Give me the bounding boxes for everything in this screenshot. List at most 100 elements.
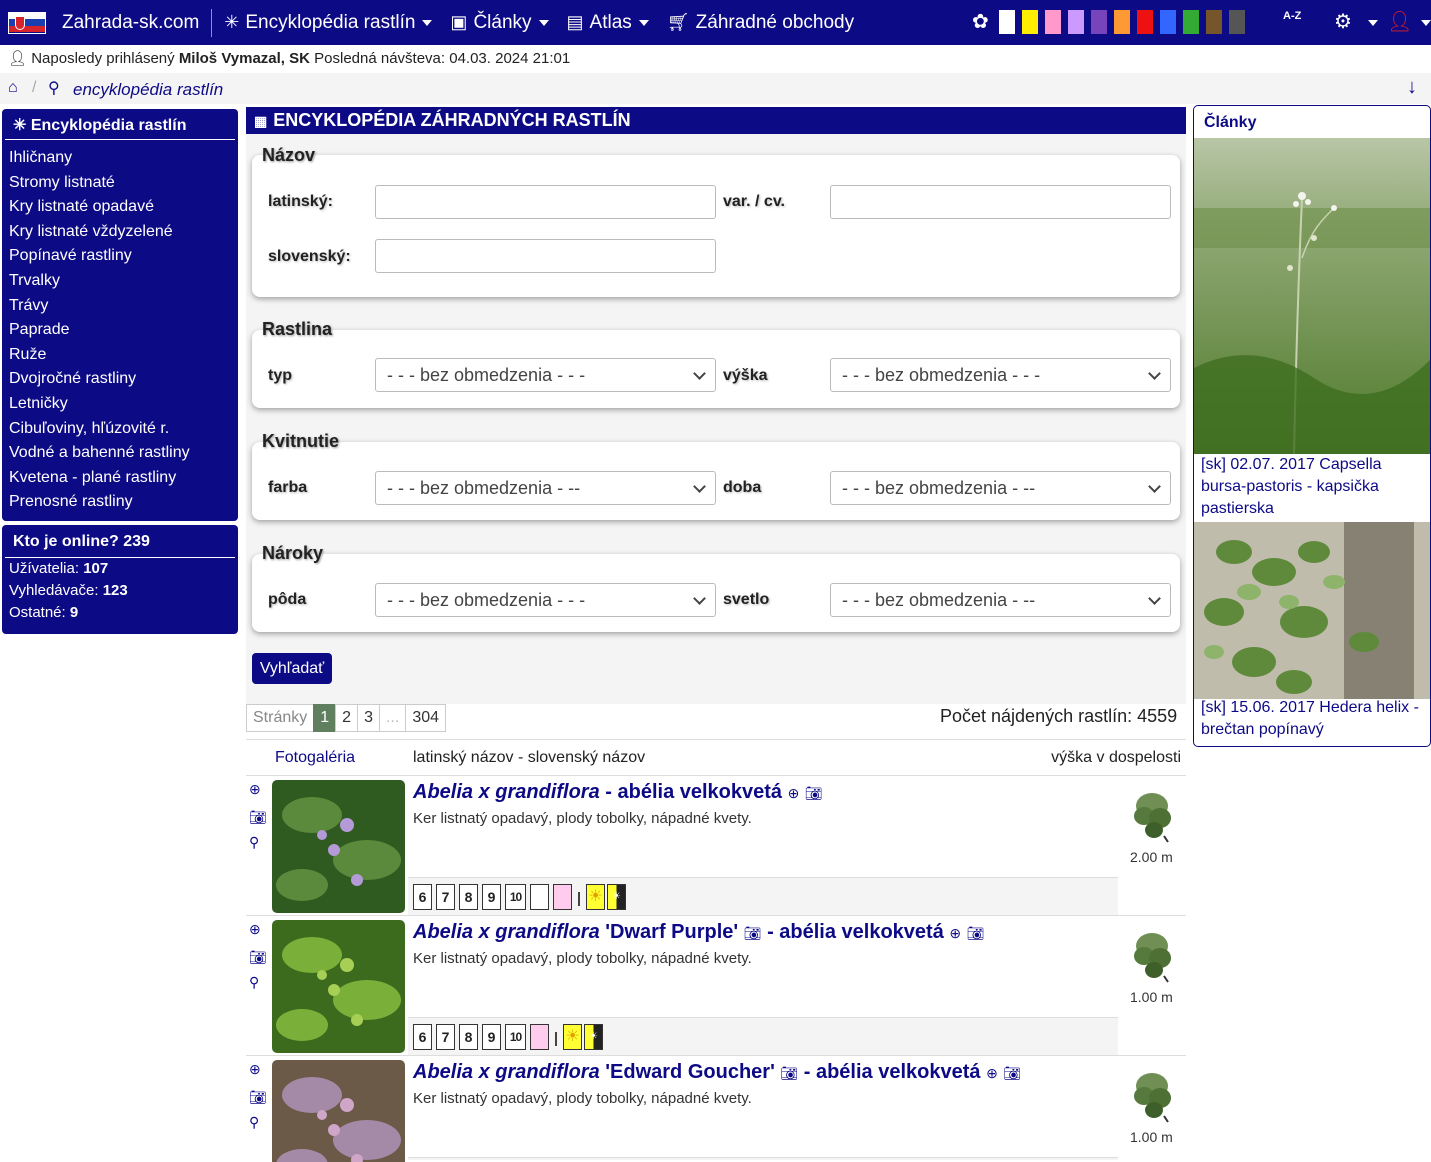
color-swatch[interactable] [1113, 9, 1130, 34]
plant-photo[interactable] [272, 920, 405, 1053]
plant-photo[interactable] [272, 1060, 405, 1162]
sidebar-item[interactable]: Paprade [9, 318, 232, 343]
zoom-in-icon[interactable]: ⊕ [249, 921, 261, 938]
article-image[interactable] [1194, 522, 1431, 699]
photo-icon[interactable]: 📷︎ [1003, 1065, 1021, 1081]
sidebar-item[interactable]: Letničky [9, 392, 232, 417]
color-swatch[interactable] [998, 9, 1015, 34]
height-select[interactable]: - - - bez obmedzenia - - - [830, 358, 1171, 392]
search-button[interactable]: Vyhľadať [252, 653, 332, 684]
gallery-link[interactable]: Fotogaléria [275, 749, 355, 767]
photo-icon[interactable]: 📷︎ [249, 949, 267, 966]
sidebar-item[interactable]: Stromy listnaté [9, 171, 232, 196]
photo-icon[interactable]: 📷︎ [744, 925, 762, 941]
plant-attributes [408, 1157, 1118, 1160]
atlas-icon: ▤ [566, 12, 584, 32]
breadcrumb-current[interactable]: encyklopédia rastlín [73, 80, 223, 100]
color-swatch[interactable] [1136, 9, 1153, 34]
slovak-name-input[interactable] [375, 239, 716, 273]
color-swatch[interactable] [1067, 9, 1084, 34]
caret-down-icon[interactable] [1421, 20, 1431, 26]
sidebar-item[interactable]: Kvetena - plané rastliny [9, 466, 232, 491]
color-swatch[interactable] [1205, 9, 1222, 34]
az-sort-icon[interactable]: A-Z [1283, 11, 1301, 22]
sidebar-item[interactable]: Popínavé rastliny [9, 244, 232, 269]
nav-encyclopedia[interactable]: ✳ Encyklopédia rastlín [224, 12, 433, 34]
photo-icon[interactable]: 📷︎ [967, 925, 985, 941]
book-icon: ▣ [450, 12, 468, 32]
variety-label: var. / cv. [723, 193, 785, 210]
brand-link[interactable]: Zahrada-sk.com [62, 12, 199, 34]
nav-shops[interactable]: 🛒︎ Záhradné obchody [667, 12, 854, 34]
sidebar-item[interactable]: Prenosné rastliny [9, 490, 232, 515]
light-select[interactable]: - - - bez obmedzenia - -- [830, 583, 1171, 617]
search-icon[interactable]: ⚲ [249, 834, 259, 851]
page-link[interactable]: 3 [357, 704, 380, 732]
photo-icon[interactable]: 📷︎ [249, 809, 267, 826]
page-link[interactable]: 304 [405, 704, 447, 732]
sidebar-item[interactable]: Kry listnaté opadavé [9, 195, 232, 220]
type-select[interactable]: - - - bez obmedzenia - - - [375, 358, 716, 392]
period-select[interactable]: - - - bez obmedzenia - -- [830, 471, 1171, 505]
latin-name-input[interactable] [375, 185, 716, 219]
search-icon[interactable]: ⚲ [249, 1114, 259, 1131]
nav-atlas[interactable]: ▤ Atlas [567, 12, 649, 34]
sidebar-item[interactable]: Dvojročné rastliny [9, 367, 232, 392]
sidebar-title-text: Encyklopédia rastlín [30, 117, 187, 134]
search-icon[interactable]: ⚲ [249, 974, 259, 991]
plant-title[interactable]: Abelia x grandiflora - abélia velkokvetá… [413, 781, 823, 804]
zoom-in-icon[interactable]: ⊕ [249, 1061, 261, 1078]
color-swatch[interactable] [1021, 9, 1038, 34]
gear-icon[interactable]: ⚙ [1334, 9, 1352, 34]
color-select[interactable]: - - - bez obmedzenia - -- [375, 471, 716, 505]
chevron-down-icon [693, 592, 706, 605]
color-swatch[interactable] [1182, 9, 1199, 34]
plant-photo[interactable] [272, 780, 405, 913]
home-icon[interactable]: ⌂ [8, 79, 18, 97]
user-small-icon: 👤︎ [8, 50, 28, 67]
caret-down-icon [422, 19, 433, 26]
sidebar-item[interactable]: Trvalky [9, 269, 232, 294]
color-swatch[interactable] [1159, 9, 1176, 34]
flower-icon[interactable]: ✿ [972, 9, 989, 34]
caret-down-icon[interactable] [1368, 20, 1378, 26]
last-login-user: Miloš Vymazal, SK [178, 50, 310, 67]
soil-select[interactable]: - - - bez obmedzenia - - - [375, 583, 716, 617]
variety-input[interactable] [830, 185, 1171, 219]
asterisk-icon: ✳ [13, 117, 31, 134]
nav-shops-label: Záhradné obchody [695, 11, 855, 33]
photo-icon[interactable]: 📷︎ [780, 1065, 798, 1081]
page-link-current[interactable]: 1 [313, 704, 337, 732]
plant-title[interactable]: Abelia x grandiflora 'Edward Goucher' 📷︎… [413, 1061, 1021, 1084]
page-link[interactable]: 2 [335, 704, 359, 732]
divider [555, 1032, 557, 1046]
nav-articles[interactable]: ▣ Články [450, 12, 549, 34]
article-link[interactable]: [sk] 02.07. 2017 Capsella bursa-pastoris… [1201, 454, 1426, 520]
articles-box: Články [sk] 02.07. 2017 Capsella bursa-p… [1193, 105, 1431, 747]
sidebar-item[interactable]: Ihličnany [9, 146, 232, 171]
color-swatch[interactable] [1228, 9, 1245, 34]
plant-slovak-name: - abélia velkokvetá [767, 921, 944, 943]
sidebar-item[interactable]: Cibuľoviny, hľúzovité r. [9, 417, 232, 442]
article-link[interactable]: [sk] 15.06. 2017 Hedera helix - brečtan … [1201, 697, 1426, 741]
photo-icon[interactable]: 📷︎ [805, 785, 823, 801]
month-badge: 9 [482, 1024, 501, 1050]
photo-icon[interactable]: 📷︎ [249, 1089, 267, 1106]
color-swatch[interactable] [1090, 9, 1107, 34]
zoom-in-icon[interactable]: ⊕ [788, 785, 800, 801]
sidebar-item[interactable]: Trávy [9, 294, 232, 319]
zoom-in-icon[interactable]: ⊕ [986, 1065, 998, 1081]
soil-label: pôda [268, 591, 307, 608]
sidebar-item[interactable]: Kry listnaté vždyzelené [9, 220, 232, 245]
plant-row: ⊕ 📷︎ ⚲ Abelia x grandiflora 'Edward Gouc… [246, 1056, 1186, 1162]
plant-title[interactable]: Abelia x grandiflora 'Dwarf Purple' 📷︎ -… [413, 921, 984, 944]
arrow-down-icon[interactable]: ↓ [1407, 76, 1417, 99]
zoom-in-icon[interactable]: ⊕ [249, 781, 261, 798]
sidebar-item[interactable]: Ruže [9, 343, 232, 368]
zoom-in-icon[interactable]: ⊕ [949, 925, 961, 941]
slovak-flag-icon[interactable] [8, 11, 46, 34]
user-icon[interactable]: 👤︎ [1387, 9, 1412, 34]
article-image[interactable] [1194, 138, 1431, 454]
color-swatch[interactable] [1044, 9, 1061, 34]
sidebar-item[interactable]: Vodné a bahenné rastliny [9, 441, 232, 466]
